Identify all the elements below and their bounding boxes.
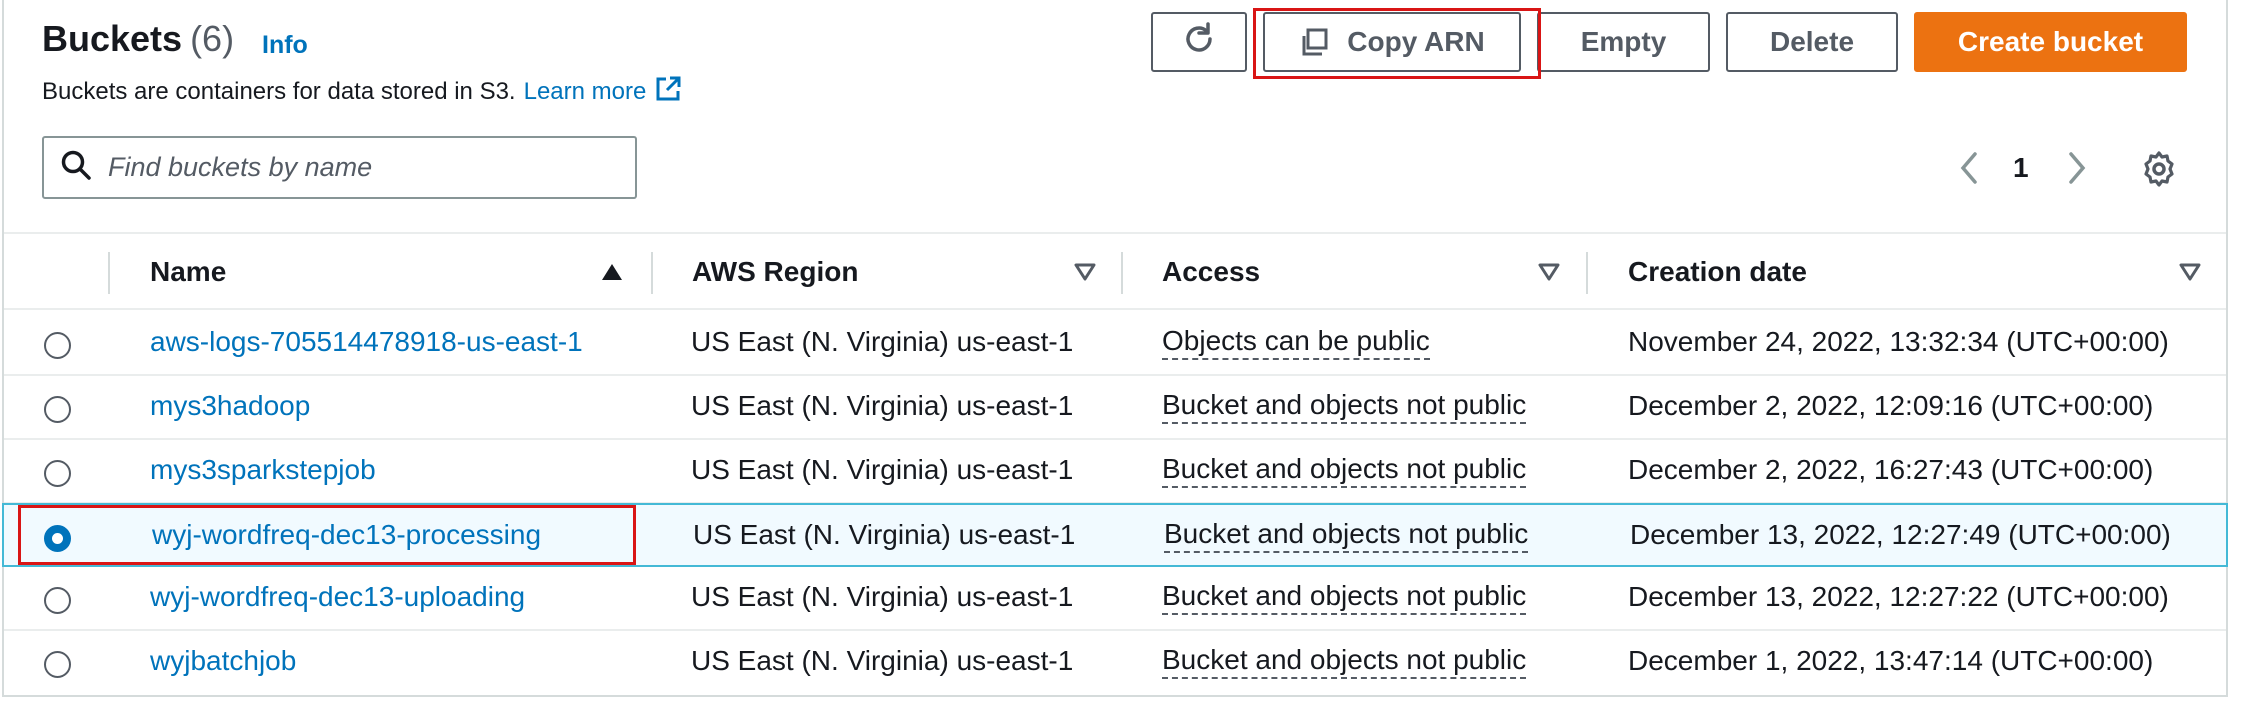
empty-button[interactable]: Empty <box>1537 12 1710 72</box>
bucket-access[interactable]: Bucket and objects not public <box>1164 517 1529 553</box>
copy-arn-button[interactable]: Copy ARN <box>1263 12 1521 72</box>
sort-ascending-icon[interactable] <box>601 262 623 287</box>
sort-descending-icon[interactable] <box>1538 262 1560 287</box>
bucket-name-link[interactable]: mys3hadoop <box>150 390 310 422</box>
info-link[interactable]: Info <box>262 31 308 60</box>
bucket-creation-date: December 13, 2022, 12:27:22 (UTC+00:00) <box>1628 581 2169 612</box>
bucket-access[interactable]: Objects can be public <box>1162 324 1430 360</box>
table-row-selected[interactable]: wyj-wordfreq-dec13-processing US East (N… <box>2 503 2228 567</box>
bucket-region: US East (N. Virginia) us-east-1 <box>693 519 1076 550</box>
learn-more-link[interactable]: Learn more <box>524 78 647 105</box>
table-row[interactable]: mys3hadoop US East (N. Virginia) us-east… <box>4 376 2226 440</box>
bucket-access[interactable]: Bucket and objects not public <box>1162 643 1527 679</box>
bucket-name-link[interactable]: wyj-wordfreq-dec13-uploading <box>150 581 525 613</box>
column-header-name[interactable]: Name <box>150 256 226 288</box>
table-row[interactable]: mys3sparkstepjob US East (N. Virginia) u… <box>4 440 2226 504</box>
current-page-number[interactable]: 1 <box>2013 152 2029 184</box>
bucket-region: US East (N. Virginia) us-east-1 <box>691 390 1074 421</box>
row-radio[interactable] <box>44 460 71 487</box>
sort-descending-icon[interactable] <box>2179 262 2201 287</box>
create-bucket-button[interactable]: Create bucket <box>1914 12 2187 72</box>
bucket-creation-date: December 13, 2022, 12:27:49 (UTC+00:00) <box>1630 519 2171 550</box>
table-row[interactable]: wyj-wordfreq-dec13-uploading US East (N.… <box>4 567 2226 631</box>
bucket-creation-date: December 1, 2022, 13:47:14 (UTC+00:00) <box>1628 645 2154 676</box>
row-radio[interactable] <box>44 587 71 614</box>
row-radio[interactable] <box>44 651 71 678</box>
column-separator <box>1586 252 1588 294</box>
bucket-name-link[interactable]: wyjbatchjob <box>150 645 296 677</box>
next-page-icon[interactable] <box>2063 150 2091 191</box>
refresh-icon <box>1181 21 1217 64</box>
previous-page-icon[interactable] <box>1955 150 1983 191</box>
bucket-name-link[interactable]: mys3sparkstepjob <box>150 454 376 486</box>
bucket-name-link[interactable]: aws-logs-705514478918-us-east-1 <box>150 326 583 358</box>
bucket-region: US East (N. Virginia) us-east-1 <box>691 326 1074 357</box>
bucket-region: US East (N. Virginia) us-east-1 <box>691 645 1074 676</box>
refresh-button[interactable] <box>1151 12 1247 72</box>
bucket-creation-date: December 2, 2022, 12:09:16 (UTC+00:00) <box>1628 390 2154 421</box>
column-header-access[interactable]: Access <box>1162 256 1260 288</box>
bucket-name-link[interactable]: wyj-wordfreq-dec13-processing <box>152 519 541 551</box>
bucket-access[interactable]: Bucket and objects not public <box>1162 579 1527 615</box>
table-row[interactable]: aws-logs-705514478918-us-east-1 US East … <box>4 312 2226 376</box>
bucket-count: (6) <box>190 18 235 59</box>
search-input[interactable] <box>108 152 628 183</box>
copy-icon <box>1299 27 1329 57</box>
delete-button[interactable]: Delete <box>1726 12 1898 72</box>
search-icon <box>60 149 92 186</box>
row-radio-selected[interactable] <box>44 525 71 552</box>
description-text: Buckets are containers for data stored i… <box>42 78 516 105</box>
column-header-region[interactable]: AWS Region <box>692 256 858 288</box>
page-description: Buckets are containers for data stored i… <box>42 75 682 110</box>
copy-arn-label: Copy ARN <box>1347 26 1485 57</box>
bucket-creation-date: November 24, 2022, 13:32:34 (UTC+00:00) <box>1628 326 2169 357</box>
column-header-creation-date[interactable]: Creation date <box>1628 256 1807 288</box>
table-row[interactable]: wyjbatchjob US East (N. Virginia) us-eas… <box>4 631 2226 695</box>
page-title: Buckets (6) <box>42 18 234 60</box>
column-separator <box>108 252 110 294</box>
bucket-region: US East (N. Virginia) us-east-1 <box>691 581 1074 612</box>
bucket-access[interactable]: Bucket and objects not public <box>1162 388 1527 424</box>
title-text: Buckets <box>42 18 183 59</box>
bucket-access[interactable]: Bucket and objects not public <box>1162 452 1527 488</box>
settings-gear-icon[interactable] <box>2140 150 2178 193</box>
row-radio[interactable] <box>44 396 71 423</box>
column-separator <box>651 252 653 294</box>
table-header: Name AWS Region Access Creation date <box>4 234 2226 310</box>
row-radio[interactable] <box>44 332 71 359</box>
search-box <box>42 136 637 199</box>
column-separator <box>1121 252 1123 294</box>
bucket-region: US East (N. Virginia) us-east-1 <box>691 454 1074 485</box>
external-link-icon[interactable] <box>654 75 682 110</box>
sort-descending-icon[interactable] <box>1074 262 1096 287</box>
bucket-creation-date: December 2, 2022, 16:27:43 (UTC+00:00) <box>1628 454 2154 485</box>
